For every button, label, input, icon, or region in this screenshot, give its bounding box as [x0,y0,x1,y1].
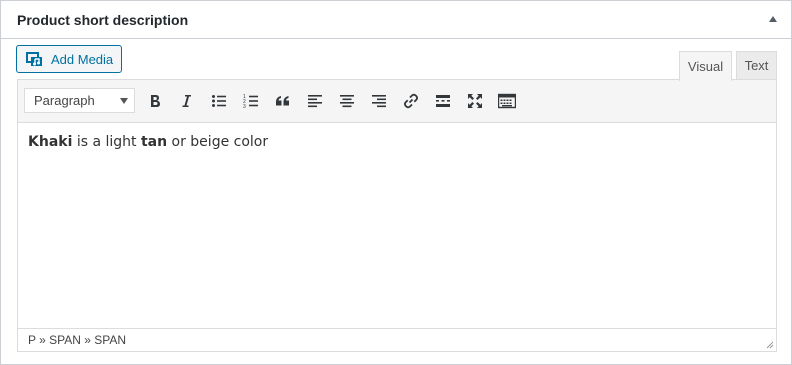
fullscreen-icon[interactable] [463,89,487,113]
tab-visual[interactable]: Visual [679,51,732,81]
add-media-label: Add Media [51,51,114,67]
numbered-list-icon[interactable]: 123 [239,89,263,113]
editor-content[interactable]: Khaki is a light tan or beige color [28,134,268,150]
svg-text:3: 3 [243,104,246,109]
italic-icon[interactable] [175,89,199,113]
align-center-icon[interactable] [335,89,359,113]
format-select-value: Paragraph [34,93,95,108]
align-left-icon[interactable] [303,89,327,113]
content-text-1: is a light [72,134,141,150]
editor-statusbar: P » SPAN » SPAN [18,328,776,351]
content-text-2: or beige color [167,134,269,150]
bold-icon[interactable] [143,89,167,113]
resize-handle-icon[interactable] [764,339,774,349]
bullet-list-icon[interactable] [207,89,231,113]
media-icon [26,50,44,68]
add-media-button[interactable]: Add Media [16,45,122,73]
postbox-title: Product short description [17,11,189,28]
link-icon[interactable] [399,89,423,113]
read-more-icon[interactable] [431,89,455,113]
bold-word-tan: tan [140,134,168,150]
element-path[interactable]: P » SPAN » SPAN [28,333,126,347]
postbox-header: Product short description [1,1,791,39]
editor: Paragraph 123 Khaki is a light tan or be… [17,79,777,352]
collapse-toggle-icon[interactable] [769,16,777,22]
toolbar-toggle-icon[interactable] [495,89,519,113]
align-right-icon[interactable] [367,89,391,113]
chevron-down-icon [120,98,128,104]
blockquote-icon[interactable] [271,89,295,113]
bold-word-khaki: Khaki [28,134,73,150]
editor-toolbar: Paragraph 123 [18,80,776,123]
format-select[interactable]: Paragraph [24,88,135,113]
product-short-description-box: Product short description Add Media Visu… [0,0,792,365]
tab-text[interactable]: Text [736,51,777,80]
